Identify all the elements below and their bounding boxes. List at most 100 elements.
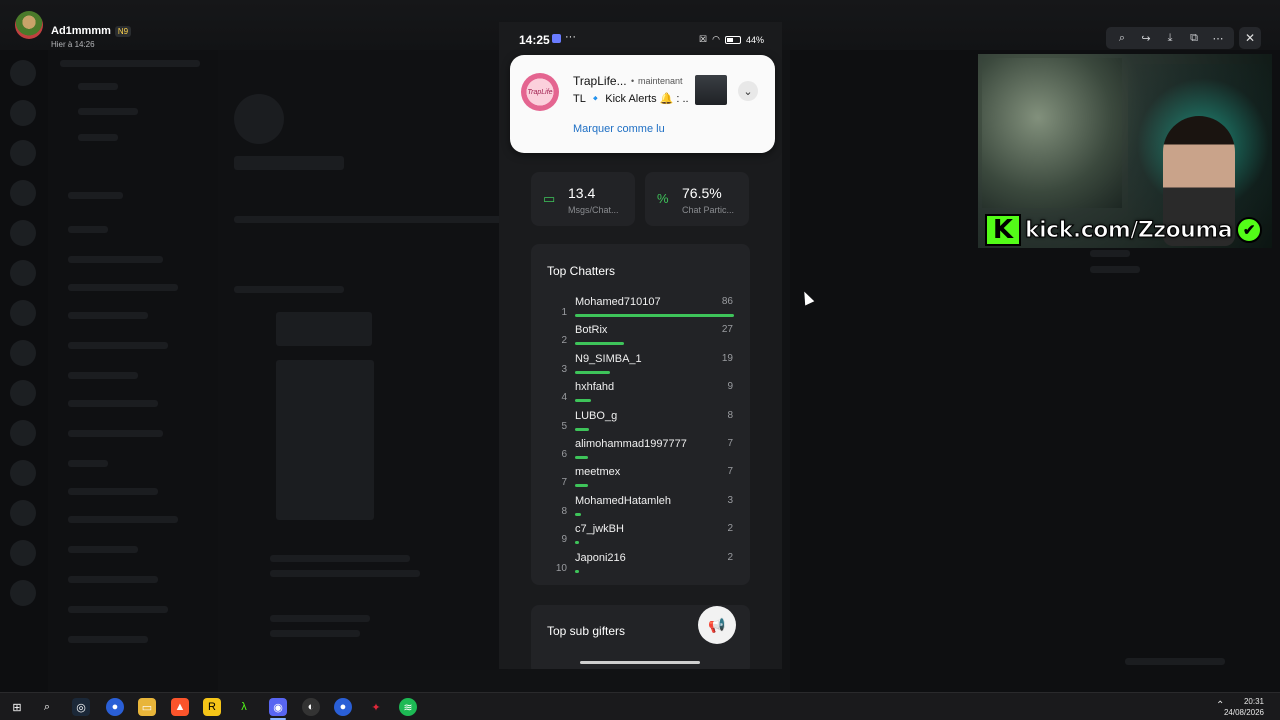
table-row[interactable]: 5 LUBO_g 8 [531, 410, 750, 438]
file-explorer-icon[interactable]: ▭ [138, 698, 156, 716]
top-sub-gifters-title: Top sub gifters [547, 624, 626, 638]
kick-logo: K [985, 214, 1021, 246]
forward-icon[interactable]: ↪ [1137, 32, 1155, 45]
chatter-rank: 8 [561, 505, 567, 517]
chrome-icon[interactable]: ● [106, 698, 124, 716]
chatter-count: 7 [727, 466, 733, 478]
table-row[interactable]: 9 c7_jwkBH 2 [531, 523, 750, 551]
chatter-name: BotRix [575, 324, 608, 337]
chatter-count: 3 [727, 494, 733, 506]
table-row[interactable]: 6 alimohammad1997777 7 [531, 438, 750, 466]
search-icon[interactable]: ⌕ [38, 698, 56, 716]
server-rail [0, 50, 48, 692]
notification-card[interactable]: TrapLife TrapLife... • maintenant TL 🔹 K… [510, 55, 775, 153]
kick-banner: K kick.com/Zzouma ✔ [985, 213, 1273, 247]
open-external-icon[interactable]: ⧉ [1185, 32, 1203, 45]
chatter-rank: 6 [561, 449, 567, 460]
chatter-bar [575, 569, 579, 573]
chatter-name: hxhfahd [575, 381, 615, 394]
table-row[interactable]: 4 hxhfahd 9 [531, 381, 750, 409]
chatter-bar [575, 399, 591, 403]
viewer-toolbar: ⌕ ↪ ⤓ ⧉ ⋯ [1106, 27, 1234, 49]
rockstar-icon[interactable]: R [203, 698, 221, 716]
table-row[interactable]: 7 meetmex 7 [531, 466, 750, 494]
status-time: 14:25 [519, 33, 550, 47]
author-name[interactable]: Ad1mmmm [51, 25, 111, 37]
status-more-icon: ··· [565, 31, 576, 43]
chatter-rank: 9 [561, 534, 567, 546]
top-chatters-title: Top Chatters [547, 264, 616, 278]
chatter-rank: 7 [561, 477, 567, 489]
chatter-bar [575, 427, 589, 431]
mute-icon: ☒ [699, 34, 708, 44]
stat-label: Chat Partic... [682, 205, 735, 215]
obs-icon[interactable]: ◐ [302, 698, 320, 716]
chatter-rank: 4 [561, 392, 567, 404]
table-row[interactable]: 8 MohamedHatamleh 3 [531, 495, 750, 523]
chatter-name: MohamedHatamleh [575, 494, 671, 507]
chatter-name: c7_jwkBH [575, 523, 624, 536]
author-line: Ad1mmmm N9 [51, 25, 132, 37]
stat-label: Msgs/Chat... [568, 205, 619, 215]
top-chatters-card: Top Chatters 1 Mohamed710107 86 2 BotRix 27 3 N… [531, 244, 750, 585]
chatter-name: Mohamed710107 [575, 296, 661, 308]
chatter-bar [575, 370, 610, 374]
stat-value: 13.4 [568, 185, 596, 201]
download-icon[interactable]: ⤓ [1161, 32, 1179, 45]
kick-url: kick.com/Zzouma [1024, 217, 1233, 243]
app-red-icon[interactable]: ✦ [367, 698, 385, 716]
more-icon[interactable]: ⋯ [1209, 32, 1227, 45]
zoom-icon[interactable]: ⌕ [1113, 32, 1131, 45]
chevron-down-icon[interactable]: ⌄ [738, 81, 758, 101]
home-indicator[interactable] [580, 661, 700, 664]
clock-date: 24/08/2026 [1223, 708, 1264, 717]
discord-notification-icon [552, 34, 561, 43]
status-right: ☒ ◠ 44% [699, 34, 764, 45]
chatter-rank: 10 [555, 562, 567, 574]
clock-time: 20:31 [1243, 697, 1264, 706]
discord-icon[interactable]: ◉ [269, 698, 287, 716]
chatter-rank: 3 [561, 363, 567, 375]
avatar[interactable] [15, 11, 43, 39]
chatter-bar [575, 541, 579, 545]
chatter-bar [575, 484, 588, 488]
windows-start-icon[interactable]: ⊞ [8, 698, 26, 716]
chatter-count: 8 [727, 409, 733, 421]
phone-status-bar: 14:25 ··· ☒ ◠ 44% [499, 22, 782, 56]
spotify-icon[interactable]: ≋ [399, 698, 417, 716]
notification-thumbnail [695, 75, 727, 105]
wifi-icon: ◠ [712, 34, 720, 44]
table-row[interactable]: 10 Japoni216 2 [531, 552, 750, 580]
chatter-rank: 5 [561, 420, 567, 432]
percent-icon: % [657, 191, 669, 206]
phone-screenshot: 14:25 ··· ☒ ◠ 44% TrapLife TrapLife... •… [499, 22, 782, 669]
stat-value: 76.5% [682, 185, 722, 201]
table-row[interactable]: 2 BotRix 27 [531, 324, 750, 352]
chatter-count: 86 [721, 296, 733, 307]
close-icon[interactable]: ✕ [1239, 27, 1261, 49]
mark-as-read-button[interactable]: Marquer comme lu [573, 123, 665, 135]
chatter-rank: 1 [561, 307, 567, 318]
notification-separator: • [631, 76, 635, 86]
app-icon[interactable]: λ [235, 698, 253, 716]
clock[interactable]: 20:31 24/08/2026 [1224, 696, 1264, 718]
wall-art [982, 58, 1122, 208]
chatter-count: 2 [727, 523, 733, 535]
notification-time: maintenant [638, 76, 683, 86]
table-row[interactable]: 1 Mohamed710107 86 [531, 296, 750, 324]
chatter-name: LUBO_g [575, 409, 618, 422]
chrome-icon[interactable]: ● [334, 698, 352, 716]
steam-icon[interactable]: ◎ [72, 698, 90, 716]
post-timestamp: Hier à 14:26 [51, 40, 95, 49]
table-row[interactable]: 3 N9_SIMBA_1 19 [531, 353, 750, 381]
chatter-rank: 2 [561, 335, 567, 347]
chatter-count: 2 [727, 551, 733, 563]
chatter-name: Japoni216 [575, 551, 626, 564]
megaphone-icon[interactable]: 📢 [698, 606, 736, 644]
stat-card-msgs: ▭ 13.4 Msgs/Chat... [531, 172, 635, 226]
brave-icon[interactable]: ▲ [171, 698, 189, 716]
chat-icon: ▭ [543, 191, 556, 206]
chatter-count: 9 [727, 381, 733, 393]
chatter-name: N9_SIMBA_1 [575, 352, 642, 365]
stat-card-participation: % 76.5% Chat Partic... [645, 172, 749, 226]
